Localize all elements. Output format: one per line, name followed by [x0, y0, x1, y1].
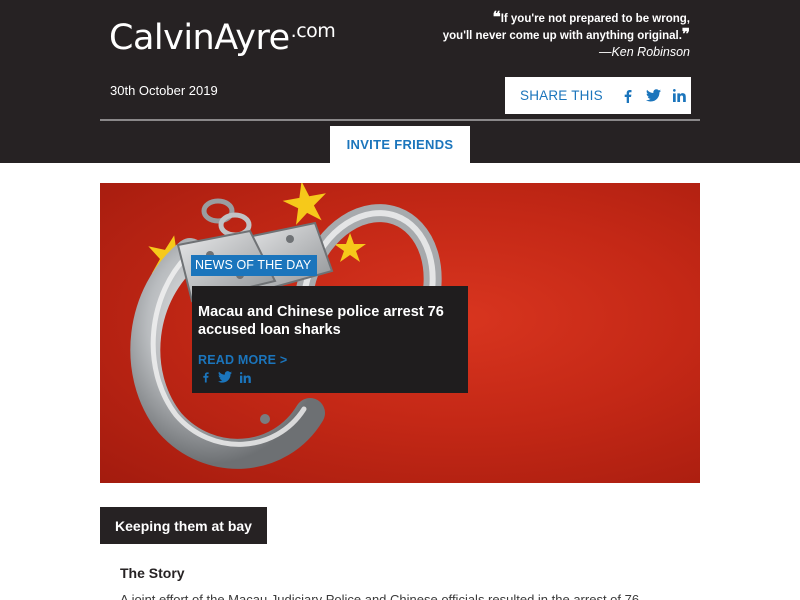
linkedin-icon[interactable]: [236, 369, 254, 385]
linkedin-icon[interactable]: [670, 86, 690, 106]
quote-line-1: If you're not prepared to be wrong,: [500, 13, 690, 25]
open-quote-icon: ❝: [492, 8, 501, 26]
twitter-icon[interactable]: [644, 86, 664, 106]
twitter-icon[interactable]: [216, 369, 234, 385]
section-tag: Keeping them at bay: [100, 507, 267, 544]
issue-date: 30th October 2019: [110, 83, 218, 98]
news-of-the-day-badge: NEWS OF THE DAY: [191, 255, 318, 276]
share-label: SHARE THIS: [520, 88, 603, 103]
news-social-icons: [196, 369, 256, 385]
flag-star: [282, 183, 326, 225]
share-bar: SHARE THIS: [505, 77, 691, 114]
quote-line-2: you'll never come up with anything origi…: [442, 30, 682, 42]
email-header: CalvinAyre.com ❝If you're not prepared t…: [0, 0, 800, 163]
featured-news-card: Macau and Chinese police arrest 76 accus…: [192, 286, 468, 393]
story-body-text: A joint effort of the Macau Judiciary Po…: [120, 592, 640, 600]
story-heading: The Story: [120, 565, 185, 581]
header-quote: ❝If you're not prepared to be wrong, you…: [390, 10, 690, 60]
quote-author: —Ken Robinson: [598, 45, 690, 59]
read-more-link[interactable]: READ MORE >: [198, 353, 287, 367]
calvinayre-logo[interactable]: CalvinAyre.com: [109, 18, 336, 58]
facebook-icon[interactable]: [618, 86, 638, 106]
header-divider: [100, 119, 700, 121]
close-quote-icon: ❞: [681, 25, 690, 43]
facebook-icon[interactable]: [196, 369, 214, 385]
news-headline[interactable]: Macau and Chinese police arrest 76 accus…: [198, 303, 460, 339]
invite-friends-button[interactable]: INVITE FRIENDS: [330, 126, 470, 163]
